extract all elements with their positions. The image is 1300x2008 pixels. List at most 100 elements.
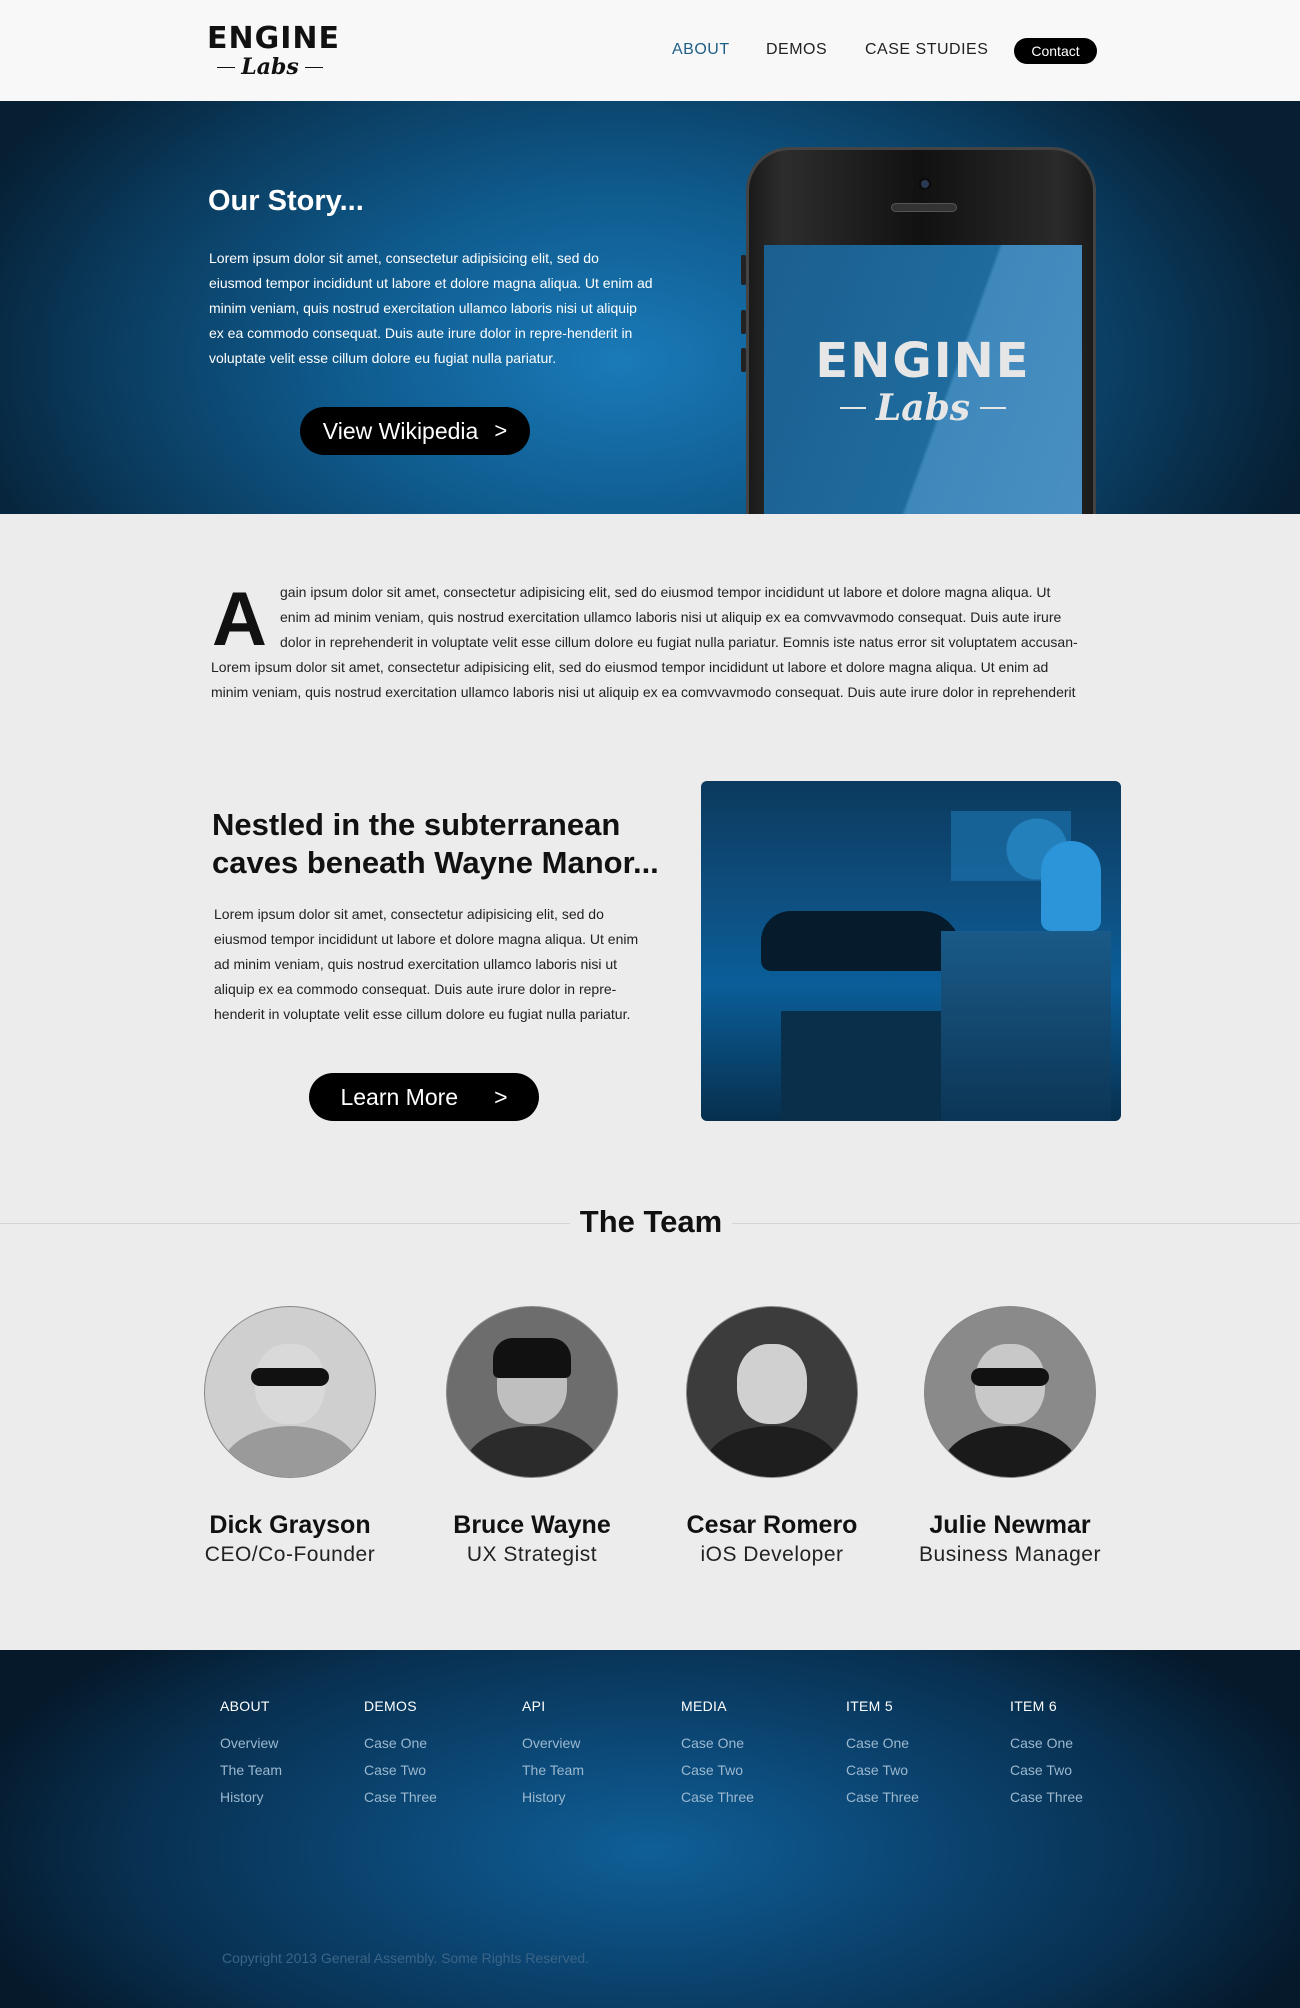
logo-dash-right bbox=[304, 66, 323, 68]
site-header: ENGINE Labs ABOUT DEMOS CASE STUDIES Con… bbox=[0, 0, 1300, 101]
intro-line: gain ipsum dolor sit amet, consectetur a… bbox=[280, 584, 1051, 600]
logo-dash-left bbox=[217, 66, 236, 68]
site-logo[interactable]: ENGINE Labs bbox=[207, 21, 340, 84]
footer-link[interactable]: History bbox=[522, 1784, 584, 1811]
image-desk-shape bbox=[781, 1011, 941, 1121]
footer-link[interactable]: Case Three bbox=[1010, 1784, 1083, 1811]
nav-demos[interactable]: DEMOS bbox=[766, 41, 827, 59]
footer-column-about: ABOUT Overview The Team History bbox=[220, 1698, 282, 1811]
footer-link[interactable]: Case One bbox=[846, 1730, 919, 1757]
phone-side-button bbox=[741, 310, 746, 334]
footer-heading: ITEM 6 bbox=[1010, 1698, 1057, 1714]
avatar bbox=[446, 1306, 618, 1478]
footer-column-api: API Overview The Team History bbox=[522, 1698, 584, 1811]
footer-heading: MEDIA bbox=[681, 1698, 727, 1714]
batcave-image bbox=[701, 781, 1121, 1121]
image-machine-shape bbox=[941, 931, 1111, 1121]
team-title: The Team bbox=[579, 1204, 723, 1239]
image-bottle-shape bbox=[1041, 841, 1101, 931]
learn-more-button[interactable]: Learn More > bbox=[309, 1073, 539, 1121]
footer-link[interactable]: Case Two bbox=[846, 1757, 919, 1784]
member-name: Cesar Romero bbox=[686, 1511, 858, 1539]
footer-link[interactable]: The Team bbox=[522, 1757, 584, 1784]
phone-side-button bbox=[741, 348, 746, 372]
footer-heading: DEMOS bbox=[364, 1698, 417, 1714]
phone-screen-logo: ENGINE Labs bbox=[764, 335, 1082, 429]
logo-wordmark-bottom: Labs bbox=[241, 54, 299, 80]
member-role: UX Strategist bbox=[466, 1543, 598, 1566]
member-name: Dick Grayson bbox=[209, 1511, 371, 1539]
member-name: Julie Newmar bbox=[929, 1511, 1091, 1539]
member-role: Business Manager bbox=[919, 1543, 1101, 1566]
intro-paragraph: gain ipsum dolor sit amet, consectetur a… bbox=[211, 580, 1101, 705]
avatar-mask bbox=[971, 1368, 1049, 1387]
chevron-right-icon: > bbox=[494, 418, 508, 443]
footer-link[interactable]: Overview bbox=[220, 1730, 282, 1757]
phone-camera bbox=[919, 178, 931, 190]
hero-text: Lorem ipsum dolor sit amet, consectetur … bbox=[209, 250, 653, 366]
team-member-card: Cesar Romero iOS Developer bbox=[652, 1306, 892, 1570]
team-heading-wrap: The Team bbox=[570, 1200, 732, 1244]
footer-link[interactable]: Case Three bbox=[364, 1784, 437, 1811]
footer-column-media: MEDIA Case One Case Two Case Three bbox=[681, 1698, 754, 1811]
nav-case-studies[interactable]: CASE STUDIES bbox=[865, 41, 988, 59]
phone-side-button bbox=[741, 255, 746, 285]
phone-logo-dash-left bbox=[839, 407, 866, 409]
footer-heading: ABOUT bbox=[220, 1698, 270, 1714]
footer-column-item-6: ITEM 6 Case One Case Two Case Three bbox=[1010, 1698, 1083, 1811]
footer-link[interactable]: Overview bbox=[522, 1730, 584, 1757]
footer-heading: API bbox=[522, 1698, 546, 1714]
view-wikipedia-button[interactable]: View Wikipedia > bbox=[300, 407, 530, 455]
avatar-body bbox=[704, 1426, 840, 1477]
footer-heading: ITEM 5 bbox=[846, 1698, 893, 1714]
avatar-body bbox=[942, 1426, 1078, 1477]
hero-section: Our Story... Lorem ipsum dolor sit amet,… bbox=[0, 101, 1300, 514]
contact-button[interactable]: Contact bbox=[1014, 38, 1097, 64]
avatar-body bbox=[464, 1426, 600, 1477]
phone-screen: ENGINE Labs bbox=[764, 245, 1082, 514]
feature-title: Nestled in the subterranean caves beneat… bbox=[212, 807, 659, 880]
footer-link[interactable]: Case One bbox=[1010, 1730, 1083, 1757]
footer-link[interactable]: Case Three bbox=[846, 1784, 919, 1811]
member-role: CEO/Co-Founder bbox=[204, 1543, 376, 1566]
footer-column-item-5: ITEM 5 Case One Case Two Case Three bbox=[846, 1698, 919, 1811]
avatar bbox=[686, 1306, 858, 1478]
intro-line: minim veniam, quis nostrud exercitation … bbox=[211, 684, 1076, 700]
learn-more-label: Learn More bbox=[340, 1083, 459, 1110]
feature-text: Lorem ipsum dolor sit amet, consectetur … bbox=[214, 906, 639, 1022]
avatar bbox=[924, 1306, 1096, 1478]
team-member-card: Dick Grayson CEO/Co-Founder bbox=[170, 1306, 410, 1570]
team-member-card: Bruce Wayne UX Strategist bbox=[412, 1306, 652, 1570]
intro-line: Lorem ipsum dolor sit amet, consectetur … bbox=[211, 659, 1049, 675]
phone-logo-bottom-row: Labs bbox=[764, 387, 1082, 429]
hero-title: Our Story... bbox=[208, 185, 364, 217]
nav-about[interactable]: ABOUT bbox=[672, 41, 730, 59]
footer-link[interactable]: Case One bbox=[681, 1730, 754, 1757]
phone-logo-top: ENGINE bbox=[815, 333, 1031, 389]
avatar-mask bbox=[251, 1368, 329, 1387]
footer-link[interactable]: History bbox=[220, 1784, 282, 1811]
footer-link[interactable]: Case One bbox=[364, 1730, 437, 1757]
avatar-face bbox=[737, 1344, 807, 1425]
team-member-card: Julie Newmar Business Manager bbox=[890, 1306, 1130, 1570]
footer-link[interactable]: Case Three bbox=[681, 1784, 754, 1811]
logo-wordmark-bottom-row: Labs bbox=[207, 54, 333, 80]
footer-column-demos: DEMOS Case One Case Two Case Three bbox=[364, 1698, 437, 1811]
copyright-text: Copyright 2013 General Assembly. Some Ri… bbox=[222, 1950, 590, 1966]
avatar-mask bbox=[493, 1337, 571, 1378]
footer-link[interactable]: The Team bbox=[220, 1757, 282, 1784]
phone-speaker bbox=[891, 203, 957, 212]
member-name: Bruce Wayne bbox=[453, 1511, 611, 1539]
footer-link[interactable]: Case Two bbox=[681, 1757, 754, 1784]
logo-wordmark-top: ENGINE bbox=[207, 21, 340, 56]
avatar bbox=[204, 1306, 376, 1478]
site-footer: ABOUT Overview The Team History DEMOS Ca… bbox=[0, 1650, 1300, 2008]
intro-line: dolor in reprehenderit in voluptate veli… bbox=[280, 634, 1078, 650]
member-role: iOS Developer bbox=[700, 1543, 844, 1566]
phone-logo-bottom: Labs bbox=[875, 387, 971, 429]
view-wikipedia-label: View Wikipedia bbox=[322, 417, 479, 444]
footer-link[interactable]: Case Two bbox=[1010, 1757, 1083, 1784]
footer-link[interactable]: Case Two bbox=[364, 1757, 437, 1784]
image-car-shape bbox=[761, 911, 961, 971]
phone-mockup: ENGINE Labs bbox=[741, 147, 1096, 514]
